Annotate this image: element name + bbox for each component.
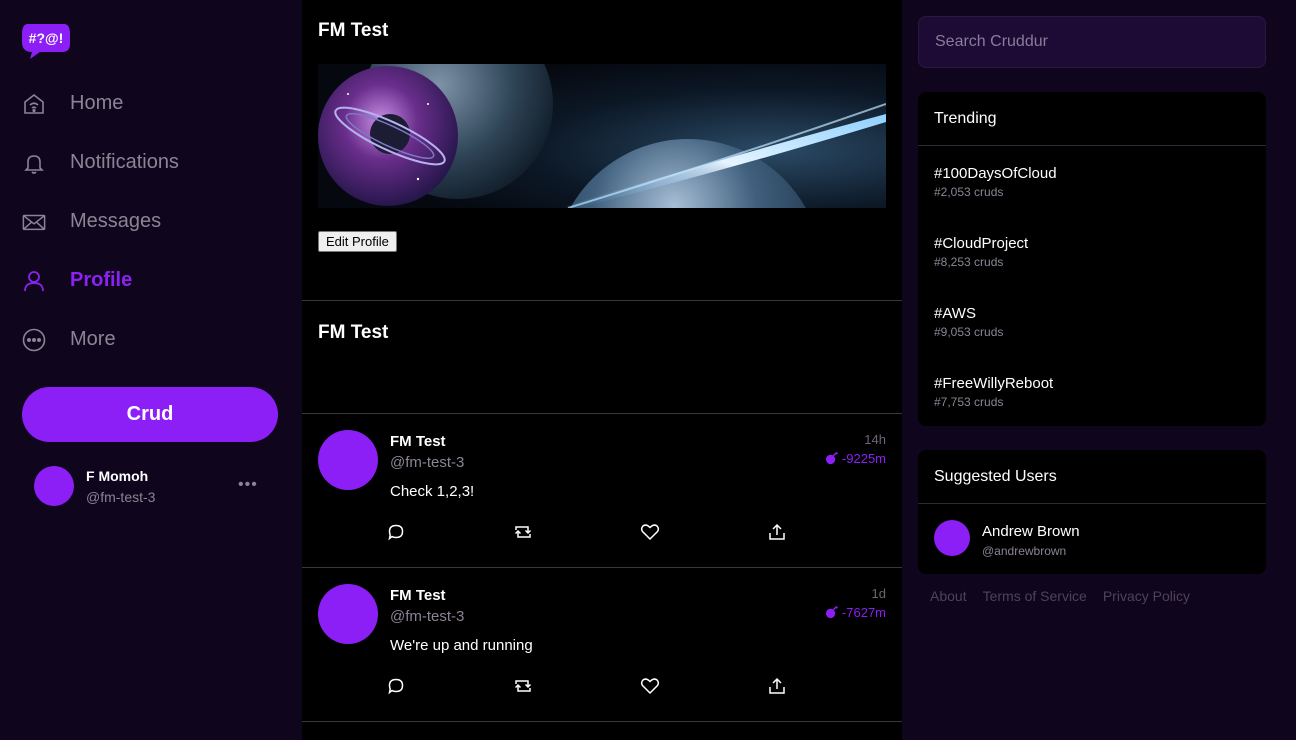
- suggested-users-box: Suggested Users Andrew Brown @andrewbrow…: [918, 450, 1266, 574]
- trending-item[interactable]: #FreeWillyReboot #7,753 cruds: [918, 356, 1266, 426]
- nav-label-more: More: [70, 328, 116, 350]
- suggested-user-name: Andrew Brown: [982, 523, 1080, 540]
- trending-item[interactable]: #AWS #9,053 cruds: [918, 286, 1266, 356]
- current-user-name: F Momoh: [86, 468, 149, 484]
- more-icon: [22, 328, 46, 352]
- user-icon: [22, 269, 46, 293]
- nav-item-home[interactable]: Home: [22, 74, 282, 133]
- like-icon[interactable]: [640, 522, 660, 542]
- post-author-name[interactable]: FM Test: [390, 587, 446, 604]
- profile-banner-image: [318, 64, 886, 208]
- post-item[interactable]: FM Test @fm-test-3 Check 1,2,3! 14h -922…: [302, 414, 902, 568]
- post-expiry-text: -7627m: [841, 605, 886, 620]
- footer-link-about[interactable]: About: [930, 588, 967, 604]
- post-actions: [386, 522, 806, 546]
- trending-tag: #FreeWillyReboot: [934, 375, 1054, 392]
- post-author-handle[interactable]: @fm-test-3: [390, 454, 464, 471]
- post-text: Check 1,2,3!: [390, 483, 475, 500]
- nav-item-notifications[interactable]: Notifications: [22, 133, 282, 192]
- section-title: FM Test: [318, 322, 389, 343]
- bomb-icon: [825, 452, 838, 465]
- reply-icon[interactable]: [386, 676, 406, 696]
- suggested-user-handle: @andrewbrown: [982, 544, 1067, 558]
- main-nav: Home Notifications Messages Profile More: [22, 74, 282, 369]
- post-expiry: -9225m: [825, 451, 886, 466]
- trending-item[interactable]: #CloudProject #8,253 cruds: [918, 216, 1266, 286]
- nav-label-notifications: Notifications: [70, 151, 179, 173]
- avatar[interactable]: [318, 430, 378, 490]
- current-user-handle: @fm-test-3: [86, 489, 156, 505]
- suggested-user-item[interactable]: Andrew Brown @andrewbrown: [918, 504, 1266, 574]
- bomb-icon: [825, 606, 838, 619]
- post-time: 14h: [864, 432, 886, 447]
- like-icon[interactable]: [640, 676, 660, 696]
- post-expiry-text: -9225m: [841, 451, 886, 466]
- trending-count: #8,253 cruds: [934, 255, 1004, 269]
- home-icon: [22, 92, 46, 116]
- post-author-name[interactable]: FM Test: [390, 433, 446, 450]
- nav-label-profile: Profile: [70, 269, 133, 291]
- right-sidebar: Trending #100DaysOfCloud #2,053 cruds #C…: [902, 0, 1296, 740]
- profile-header: FM Test Edit Profile: [302, 0, 902, 301]
- repost-icon[interactable]: [513, 676, 533, 696]
- trending-tag: #AWS: [934, 305, 976, 322]
- crud-button[interactable]: Crud: [22, 387, 278, 442]
- suggested-users-title: Suggested Users: [918, 450, 1266, 504]
- trending-count: #9,053 cruds: [934, 325, 1004, 339]
- footer-links: About Terms of Service Privacy Policy: [930, 588, 1206, 604]
- avatar[interactable]: [318, 584, 378, 644]
- current-user[interactable]: F Momoh @fm-test-3 •••: [34, 466, 264, 508]
- avatar: [934, 520, 970, 556]
- edit-profile-button[interactable]: Edit Profile: [318, 231, 397, 252]
- share-icon[interactable]: [767, 522, 787, 542]
- trending-count: #2,053 cruds: [934, 185, 1004, 199]
- mail-icon: [22, 210, 46, 234]
- repost-icon[interactable]: [513, 522, 533, 542]
- search-input[interactable]: [918, 16, 1266, 68]
- post-text: We're up and running: [390, 637, 533, 654]
- avatar: [34, 466, 74, 506]
- nav-item-messages[interactable]: Messages: [22, 192, 282, 251]
- reply-icon[interactable]: [386, 522, 406, 542]
- page-title: FM Test: [318, 20, 389, 41]
- post-actions: [386, 676, 806, 700]
- trending-box: Trending #100DaysOfCloud #2,053 cruds #C…: [918, 92, 1266, 426]
- trending-item[interactable]: #100DaysOfCloud #2,053 cruds: [918, 146, 1266, 216]
- post-expiry: -7627m: [825, 605, 886, 620]
- footer-link-privacy[interactable]: Privacy Policy: [1103, 588, 1190, 604]
- post-author-handle[interactable]: @fm-test-3: [390, 608, 464, 625]
- share-icon[interactable]: [767, 676, 787, 696]
- footer-link-terms[interactable]: Terms of Service: [983, 588, 1087, 604]
- post-item[interactable]: FM Test @fm-test-3 We're up and running …: [302, 568, 902, 722]
- post-time: 1d: [871, 586, 886, 601]
- nav-item-profile[interactable]: Profile: [22, 251, 282, 310]
- cruddur-logo[interactable]: #?@!: [22, 20, 70, 60]
- nav-label-messages: Messages: [70, 210, 162, 232]
- main-feed: FM Test Edit Profile FM Test FM Test @fm…: [302, 0, 902, 740]
- more-options-icon[interactable]: •••: [238, 476, 258, 494]
- logo-text: #?@!: [29, 30, 64, 46]
- nav-label-home: Home: [70, 92, 124, 114]
- profile-section-header: FM Test: [302, 301, 902, 414]
- trending-title: Trending: [918, 92, 1266, 146]
- nav-item-more[interactable]: More: [22, 310, 282, 369]
- trending-tag: #100DaysOfCloud: [934, 165, 1057, 182]
- trending-count: #7,753 cruds: [934, 395, 1004, 409]
- left-sidebar: #?@! Home Notifications Messages Profile…: [0, 0, 302, 740]
- bell-icon: [22, 151, 46, 175]
- trending-tag: #CloudProject: [934, 235, 1029, 252]
